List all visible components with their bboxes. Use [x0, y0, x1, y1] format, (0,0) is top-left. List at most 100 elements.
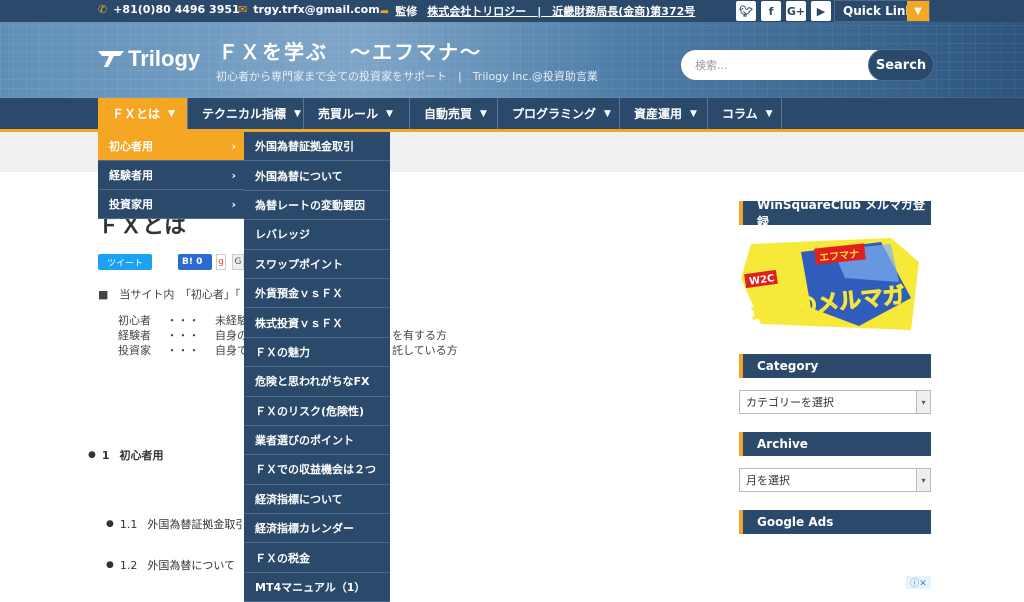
submenu-item-experienced[interactable]: 経験者用 ›: [98, 161, 244, 190]
mailmag-banner-image: W2C エフマナ 最強のメルマガ: [741, 238, 929, 330]
phone-info[interactable]: ✆ +81(0)80 4496 3951: [98, 3, 240, 16]
chevron-down-icon: ▼: [907, 1, 929, 21]
top-bar: ✆ +81(0)80 4496 3951 ✉ trgy.trfx@gmail.c…: [0, 0, 1024, 22]
definition-term: 投資家: [118, 344, 151, 357]
submenu-level2: 外国為替証拠金取引 外国為替について 為替レートの変動要因 レバレッジ スワップ…: [244, 132, 390, 602]
submenu-item[interactable]: 外国為替について: [244, 161, 390, 191]
definition-row: 投資家 ・・・ 自身での: [118, 342, 259, 358]
submenu-item[interactable]: ＦＸでの収益機会は２つ: [244, 455, 390, 485]
archive-select-value: 月を選択: [746, 474, 790, 487]
supervision-company-link[interactable]: 株式会社トリロジー | 近畿財務局長(金商)第372号: [427, 3, 695, 19]
nav-label: ＦＸとは: [112, 107, 161, 121]
google-plus-icon[interactable]: G+: [786, 1, 806, 21]
nav-label: 資産運用: [634, 107, 683, 121]
google-plus-share-icon[interactable]: g: [216, 254, 226, 270]
facebook-icon[interactable]: f: [761, 1, 781, 21]
mail-icon: ✉: [238, 3, 248, 16]
submenu-item[interactable]: MT4マニュアル（1）: [244, 572, 390, 602]
widget-title-mailmag: WinSquareClub メルマガ登録: [739, 198, 931, 229]
submenu-item[interactable]: 為替レートの変動要因: [244, 190, 390, 221]
nav-label: テクニカル指標: [202, 107, 287, 121]
definition-separator: ・・・: [166, 329, 200, 342]
email-address: trgy.trfx@gmail.com: [253, 3, 380, 16]
twitter-icon[interactable]: 🐦︎: [736, 1, 756, 21]
tweet-button[interactable]: ツイート: [98, 254, 152, 270]
nav-item-column[interactable]: コラム ▼: [708, 98, 782, 129]
toc-number: 1.2: [119, 558, 138, 572]
submenu-item-investor[interactable]: 投資家用 ›: [98, 190, 244, 219]
site-logo[interactable]: Trilogy: [98, 46, 200, 72]
nav-label: プログラミング: [512, 107, 597, 121]
tweet-label: ツイート: [106, 258, 143, 269]
adchoices-icon[interactable]: ⓘ✕: [906, 576, 931, 589]
chevron-down-icon: ▼: [168, 108, 175, 119]
chevron-right-icon: ›: [231, 197, 236, 211]
toc-label: 外国為替について: [147, 559, 236, 572]
toc-label: 初心者用: [119, 449, 164, 462]
submenu-item[interactable]: ＦＸの税金: [244, 543, 390, 573]
nav-item-programming[interactable]: プログラミング ▼: [498, 98, 620, 129]
submenu-item[interactable]: 危険と思われがちなFX: [244, 367, 390, 397]
submenu-item[interactable]: スワップポイント: [244, 249, 390, 279]
quick-links-button[interactable]: Quick Links ▼: [834, 0, 930, 22]
definition-tail: を有する方: [392, 329, 447, 342]
email-info[interactable]: ✉ trgy.trfx@gmail.com: [238, 3, 380, 16]
definition-row: 初心者 ・・・ 未経験者: [118, 312, 259, 328]
submenu-label: 初心者用: [109, 140, 153, 153]
logo-text: Trilogy: [128, 46, 201, 71]
nav-item-auto-trading[interactable]: 自動売買 ▼: [410, 98, 498, 129]
search-button[interactable]: Search: [868, 49, 934, 81]
widget-title-archive: Archive: [739, 432, 931, 456]
youtube-icon[interactable]: ▶: [811, 1, 831, 21]
chevron-down-icon: ▼: [690, 108, 697, 119]
submenu-item[interactable]: ＦＸのリスク(危険性): [244, 396, 390, 426]
site-tagline: 初心者から専門家まで全ての投資家をサポート | Trilogy Inc.@投資助…: [216, 70, 598, 83]
nav-item-technical[interactable]: テクニカル指標 ▼: [188, 98, 304, 129]
definition-term: 初心者: [118, 314, 151, 327]
chevron-down-icon: ▾: [916, 391, 930, 413]
category-select[interactable]: カテゴリーを選択 ▾: [739, 390, 931, 414]
definition-separator: ・・・: [166, 344, 200, 357]
main-nav: ＦＸとは ▼ テクニカル指標 ▼ 売買ルール ▼ 自動売買 ▼ プログラミング ▼ 資産運…: [0, 98, 1024, 132]
widget-title-category: Category: [739, 354, 931, 378]
chevron-right-icon: ›: [231, 168, 236, 182]
search-input[interactable]: 検索...: [681, 50, 881, 80]
toc-number: 1: [101, 448, 110, 462]
chevron-down-icon: ▼: [604, 108, 611, 119]
definition-tail: 託している方: [392, 344, 458, 357]
submenu-item[interactable]: 株式投資ｖｓＦＸ: [244, 308, 390, 338]
toc-item[interactable]: ● 1 初心者用: [88, 447, 164, 463]
chevron-down-icon: ▼: [480, 108, 487, 119]
site-header: Trilogy ＦＸを学ぶ ～エフマナ～ 初心者から専門家まで全ての投資家をサポ…: [0, 22, 1024, 98]
nav-label: 売買ルール: [318, 107, 379, 121]
widget-title-ads: Google Ads: [739, 510, 931, 534]
site-title[interactable]: ＦＸを学ぶ ～エフマナ～: [218, 36, 482, 65]
supervision-label: 監修: [395, 5, 418, 18]
bullet-icon: ●: [106, 560, 114, 570]
submenu-item[interactable]: 経済指標カレンダー: [244, 514, 390, 544]
submenu-item[interactable]: 外貨預金ｖｓＦＸ: [244, 278, 390, 309]
submenu-item[interactable]: 業者選びのポイント: [244, 425, 390, 456]
toc-label: 外国為替証拠金取引: [147, 518, 247, 531]
archive-select[interactable]: 月を選択 ▾: [739, 468, 931, 492]
toc-item[interactable]: ● 1.2 外国為替について: [106, 557, 235, 573]
definition-separator: ・・・: [166, 314, 200, 327]
submenu-item[interactable]: 外国為替証拠金取引: [244, 132, 390, 162]
share-icon[interactable]: G: [232, 254, 244, 270]
submenu-item[interactable]: ＦＸの魅力: [244, 337, 390, 368]
nav-item-trading-rules[interactable]: 売買ルール ▼: [304, 98, 410, 129]
hatena-bookmark-button[interactable]: B! 0: [178, 254, 212, 270]
submenu-item[interactable]: 経済指標について: [244, 484, 390, 515]
chevron-down-icon: ▾: [916, 469, 930, 491]
submenu-item-beginner[interactable]: 初心者用 ›: [98, 132, 244, 161]
supervision-info: ➦ 監修 株式会社トリロジー | 近畿財務局長(金商)第372号: [380, 3, 695, 19]
toc-item[interactable]: ● 1.1 外国為替証拠金取引: [106, 516, 246, 532]
toc-number: 1.1: [119, 517, 138, 531]
nav-item-fx[interactable]: ＦＸとは ▼: [98, 98, 188, 129]
logo-icon: [98, 51, 124, 67]
submenu-item[interactable]: レバレッジ: [244, 220, 390, 250]
nav-label: コラム: [722, 107, 758, 121]
chevron-down-icon: ▼: [294, 108, 301, 119]
nav-item-asset-management[interactable]: 資産運用 ▼: [620, 98, 708, 129]
mailmag-banner[interactable]: W2C エフマナ 最強のメルマガ: [741, 238, 929, 330]
